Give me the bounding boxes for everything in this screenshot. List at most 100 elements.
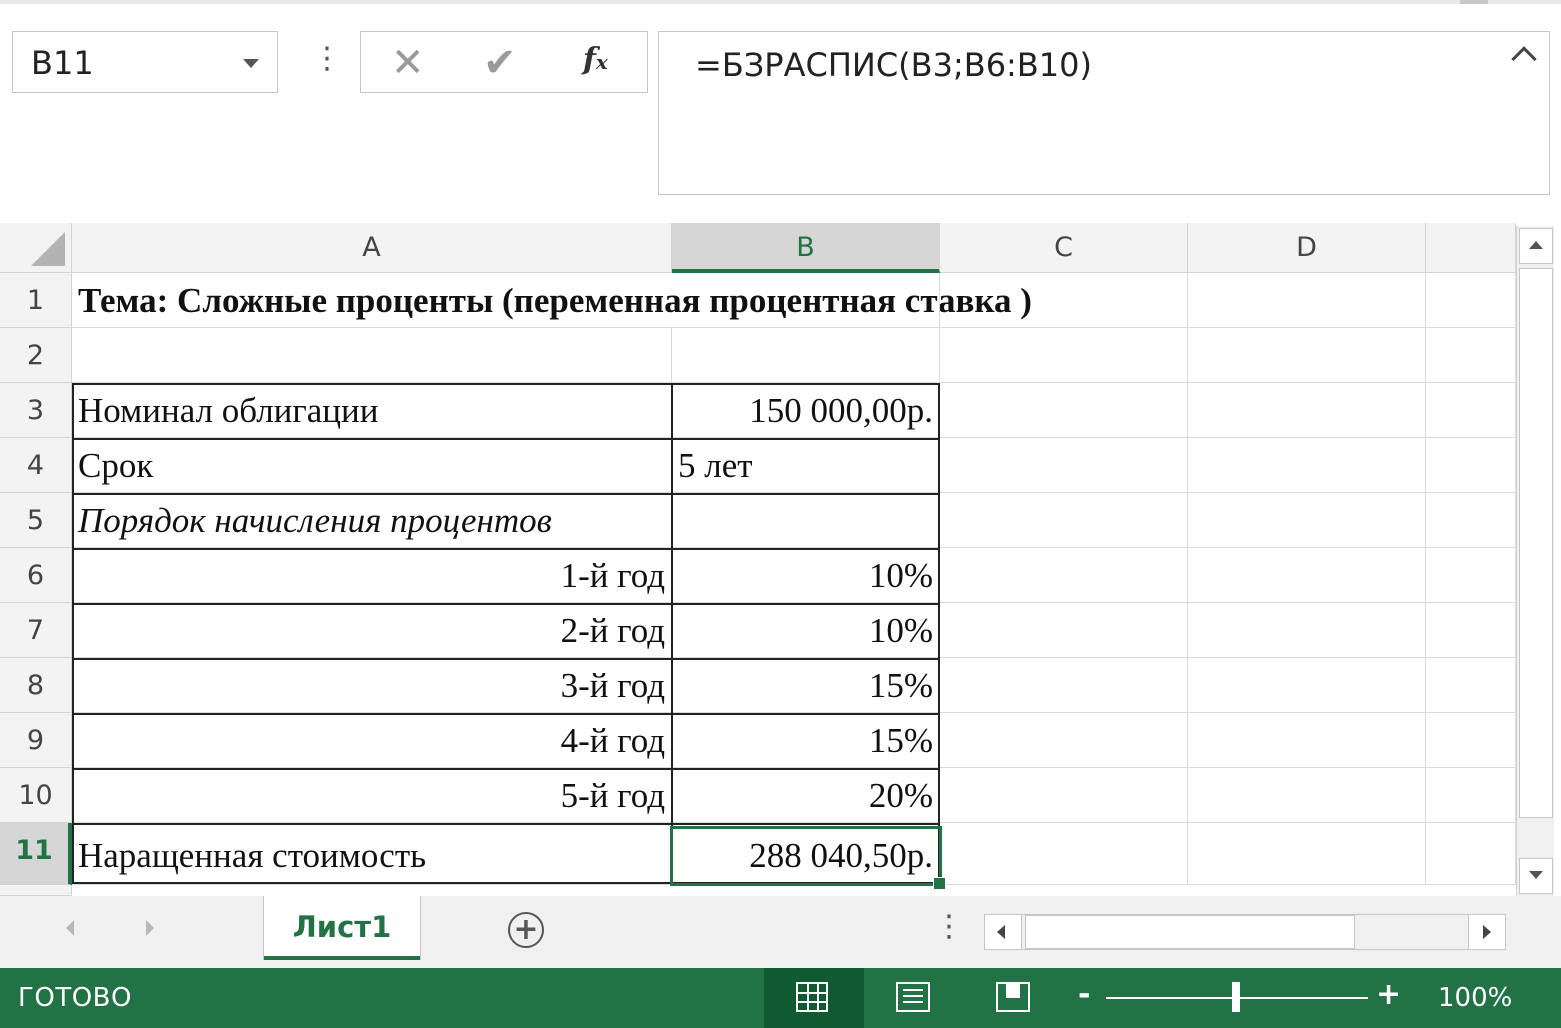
sheet-tab-active[interactable]: Лист1 xyxy=(264,896,420,960)
column-header-e-partial[interactable] xyxy=(1426,223,1516,273)
cell-d6[interactable] xyxy=(1188,548,1426,603)
row-header-3[interactable]: 3 xyxy=(0,383,72,438)
cell-b2[interactable] xyxy=(672,328,940,383)
row-header-9[interactable]: 9 xyxy=(0,713,72,768)
cell-c6[interactable] xyxy=(940,548,1188,603)
column-header-a[interactable]: A xyxy=(72,223,672,273)
add-sheet-icon[interactable]: + xyxy=(508,912,544,948)
row-header-7[interactable]: 7 xyxy=(0,603,72,658)
cell-c9[interactable] xyxy=(940,713,1188,768)
cell-e3[interactable] xyxy=(1426,383,1516,438)
cell-a6[interactable]: 1-й год xyxy=(72,548,672,603)
zoom-out-button[interactable]: - xyxy=(1078,980,1090,1010)
page-layout-view-icon[interactable] xyxy=(896,982,930,1012)
cell-d2[interactable] xyxy=(1188,328,1426,383)
cell-e1[interactable] xyxy=(1426,273,1516,328)
cell-d1[interactable] xyxy=(1188,273,1426,328)
cell-b6[interactable]: 10% xyxy=(672,548,940,603)
collapse-formula-bar-icon[interactable] xyxy=(1511,46,1537,72)
formula-input[interactable]: =БЗРАСПИС(B3;B6:B10) xyxy=(658,31,1550,195)
cell-d11[interactable] xyxy=(1188,823,1426,885)
chevron-down-icon[interactable] xyxy=(243,59,259,68)
cell-d9[interactable] xyxy=(1188,713,1426,768)
cell-b4[interactable]: 5 лет xyxy=(672,438,940,493)
column-header-d[interactable]: D xyxy=(1188,223,1426,273)
column-header-c[interactable]: C xyxy=(940,223,1188,273)
cell-e9[interactable] xyxy=(1426,713,1516,768)
fill-handle[interactable] xyxy=(933,877,946,890)
select-all-corner[interactable] xyxy=(0,223,72,273)
cell-b8[interactable]: 15% xyxy=(672,658,940,713)
cell-e8[interactable] xyxy=(1426,658,1516,713)
cell-a2[interactable] xyxy=(72,328,672,383)
normal-view-button[interactable] xyxy=(764,968,864,1028)
vertical-scroll-thumb[interactable] xyxy=(1519,268,1553,818)
cell-c10[interactable] xyxy=(940,768,1188,823)
cell-b9[interactable]: 15% xyxy=(672,713,940,768)
vertical-ellipsis-icon[interactable]: ⋮ xyxy=(934,912,964,942)
cell-c11[interactable] xyxy=(940,823,1188,885)
page-break-view-icon[interactable] xyxy=(996,982,1030,1012)
cell-a10[interactable]: 5-й год xyxy=(72,768,672,823)
cell-b3[interactable]: 150 000,00р. xyxy=(672,383,940,438)
cell-d10[interactable] xyxy=(1188,768,1426,823)
row-header-2[interactable]: 2 xyxy=(0,328,72,383)
zoom-in-button[interactable]: + xyxy=(1376,980,1401,1010)
row-header-4[interactable]: 4 xyxy=(0,438,72,493)
vertical-scrollbar[interactable] xyxy=(1516,226,1554,896)
cell-e10[interactable] xyxy=(1426,768,1516,823)
cell-d5[interactable] xyxy=(1188,493,1426,548)
zoom-slider-thumb[interactable] xyxy=(1232,982,1240,1012)
name-box[interactable]: B11 xyxy=(12,31,278,93)
previous-sheet-icon[interactable] xyxy=(66,920,74,936)
cell-c5[interactable] xyxy=(940,493,1188,548)
cell-c3[interactable] xyxy=(940,383,1188,438)
cell-c7[interactable] xyxy=(940,603,1188,658)
cell-d7[interactable] xyxy=(1188,603,1426,658)
horizontal-scroll-thumb[interactable] xyxy=(1025,915,1355,949)
cell-a7[interactable]: 2-й год xyxy=(72,603,672,658)
cell-d8[interactable] xyxy=(1188,658,1426,713)
cell-e7[interactable] xyxy=(1426,603,1516,658)
cell-d3[interactable] xyxy=(1188,383,1426,438)
row-header-8[interactable]: 8 xyxy=(0,658,72,713)
cell-b7[interactable]: 10% xyxy=(672,603,940,658)
row-header-10[interactable]: 10 xyxy=(0,768,72,823)
cell-a11[interactable]: Наращенная стоимость xyxy=(72,823,672,885)
cell-c4[interactable] xyxy=(940,438,1188,493)
cell-b1[interactable] xyxy=(672,273,940,328)
next-sheet-icon[interactable] xyxy=(146,920,154,936)
cell-e2[interactable] xyxy=(1426,328,1516,383)
cell-b10[interactable]: 20% xyxy=(672,768,940,823)
scroll-left-icon[interactable] xyxy=(985,915,1022,949)
vertical-ellipsis-icon[interactable]: ⋮ xyxy=(312,44,342,74)
insert-function-icon[interactable]: fx xyxy=(583,42,608,77)
cell-a5[interactable]: Порядок начисления процентов xyxy=(72,493,672,548)
cell-c2[interactable] xyxy=(940,328,1188,383)
row-header-6[interactable]: 6 xyxy=(0,548,72,603)
scroll-down-icon[interactable] xyxy=(1519,858,1553,894)
cell-a1[interactable]: Тема: Сложные проценты (переменная проце… xyxy=(72,273,1032,328)
row-header-5[interactable]: 5 xyxy=(0,493,72,548)
column-header-b[interactable]: B xyxy=(672,223,940,273)
cell-a3[interactable]: Номинал облигации xyxy=(72,383,672,438)
cell-b5[interactable] xyxy=(672,493,940,548)
cell-a8[interactable]: 3-й год xyxy=(72,658,672,713)
cell-e4[interactable] xyxy=(1426,438,1516,493)
scroll-up-icon[interactable] xyxy=(1519,228,1553,264)
cell-c8[interactable] xyxy=(940,658,1188,713)
cell-e5[interactable] xyxy=(1426,493,1516,548)
cell-e6[interactable] xyxy=(1426,548,1516,603)
scroll-right-icon[interactable] xyxy=(1468,915,1505,949)
row-header-12-partial[interactable] xyxy=(0,885,72,896)
cell-a9[interactable]: 4-й год xyxy=(72,713,672,768)
enter-icon[interactable]: ✔ xyxy=(483,40,517,86)
row-header-1[interactable]: 1 xyxy=(0,273,72,328)
row-header-11[interactable]: 11 xyxy=(0,823,72,885)
horizontal-scrollbar[interactable] xyxy=(984,914,1506,950)
cell-d4[interactable] xyxy=(1188,438,1426,493)
cell-e11[interactable] xyxy=(1426,823,1516,885)
zoom-level[interactable]: 100% xyxy=(1438,983,1512,1013)
cell-a4[interactable]: Срок xyxy=(72,438,672,493)
cancel-icon[interactable]: ✕ xyxy=(391,40,425,86)
